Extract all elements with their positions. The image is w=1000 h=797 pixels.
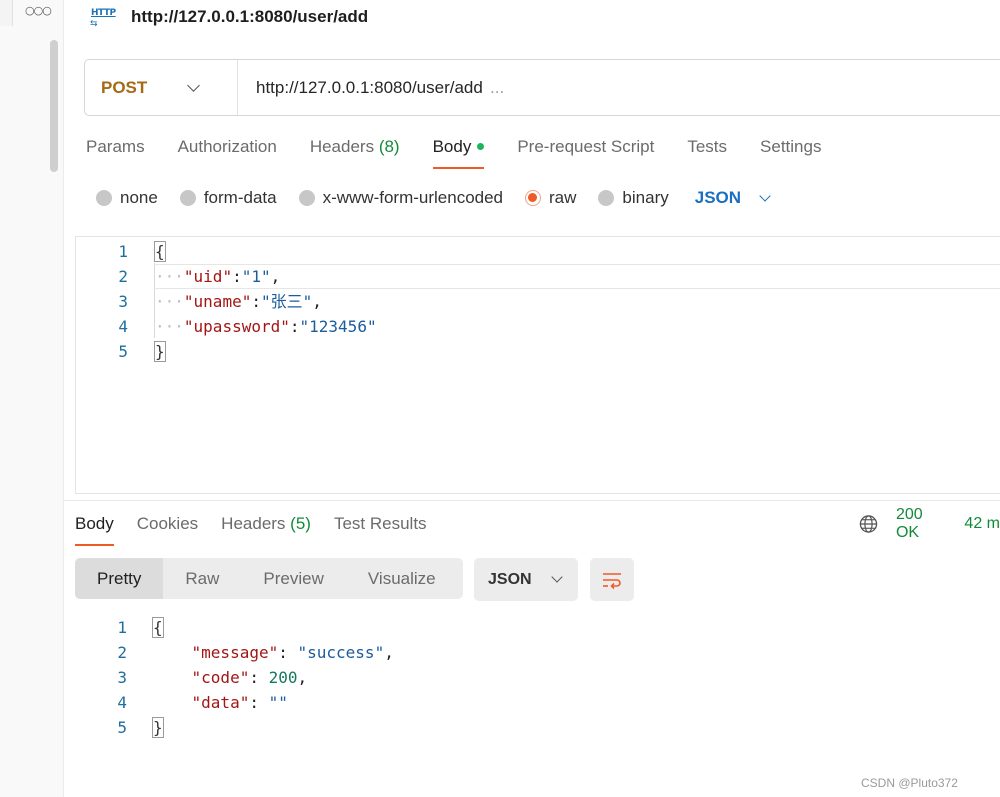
tab-tests[interactable]: Tests xyxy=(687,135,727,169)
code-line: 4 ···"upassword":"123456" xyxy=(76,314,1000,339)
scrollbar-thumb[interactable] xyxy=(50,40,58,172)
radio-circle-checked[interactable] xyxy=(525,190,542,206)
body-language-select[interactable]: JSON xyxy=(695,188,771,208)
tab-response-body[interactable]: Body xyxy=(75,512,114,546)
wrap-lines-button[interactable] xyxy=(590,558,634,601)
request-title-row: HTTP ⇆ http://127.0.0.1:8080/user/add xyxy=(90,5,368,29)
tab-test-results[interactable]: Test Results xyxy=(334,512,427,546)
method-select[interactable]: POST xyxy=(85,60,238,115)
radio-circle[interactable] xyxy=(598,190,615,206)
line-number: 3 xyxy=(117,668,127,687)
response-view-options: Pretty Raw Preview Visualize xyxy=(75,558,463,599)
rail-divider xyxy=(0,0,13,26)
line-number: 1 xyxy=(118,242,128,261)
body-indicator-dot xyxy=(477,143,485,150)
code-line: 5 } xyxy=(76,339,1000,364)
tab-body[interactable]: Body xyxy=(432,135,485,169)
line-number: 2 xyxy=(118,267,128,286)
radio-circle[interactable] xyxy=(179,190,196,206)
code-line: 1 { xyxy=(76,239,1000,264)
request-body-editor[interactable]: 1 { 2 ···"uid":"1", 3 ···"uname":"张三", 4… xyxy=(75,236,1000,494)
line-number: 2 xyxy=(117,643,127,662)
url-overflow-ellipsis: ... xyxy=(490,77,505,97)
radio-none[interactable]: none xyxy=(96,188,158,208)
radio-circle[interactable] xyxy=(96,190,112,206)
code-line: 3 ···"uname":"张三", xyxy=(76,289,1000,314)
line-number: 3 xyxy=(118,292,128,311)
url-bar: POST ... xyxy=(84,59,1000,116)
tab-authorization[interactable]: Authorization xyxy=(178,135,277,169)
chevron-down-icon xyxy=(187,78,201,92)
method-label: POST xyxy=(101,77,148,97)
line-number: 5 xyxy=(117,718,127,737)
active-line-highlight xyxy=(154,264,1000,289)
tab-params[interactable]: Params xyxy=(86,135,145,169)
line-number: 1 xyxy=(117,618,127,637)
watermark: CSDN @Pluto372 xyxy=(861,776,958,790)
http-icon: HTTP ⇆ xyxy=(90,8,116,29)
url-input[interactable] xyxy=(238,77,498,98)
code-line: 3 "code": 200, xyxy=(75,665,995,690)
headers-count: (8) xyxy=(378,137,400,156)
response-body-viewer[interactable]: 1 { 2 "message": "success", 3 "code": 20… xyxy=(75,615,995,745)
code-line: 4 "data": "" xyxy=(75,690,995,715)
response-headers-count: (5) xyxy=(290,514,311,533)
response-language-select[interactable]: JSON xyxy=(474,558,578,601)
chevron-down-icon xyxy=(550,571,563,583)
response-meta: 200 OK 42 m xyxy=(859,506,1000,541)
radio-form-data[interactable]: form-data xyxy=(179,188,277,208)
code-line: 5 } xyxy=(75,715,995,740)
tab-cookies[interactable]: Cookies xyxy=(137,512,198,546)
radio-raw[interactable]: raw xyxy=(525,188,576,208)
code-line: 2 ···"uid":"1", xyxy=(76,264,1000,289)
view-preview[interactable]: Preview xyxy=(241,558,345,599)
request-title[interactable]: http://127.0.0.1:8080/user/add xyxy=(131,7,368,27)
wrap-lines-icon xyxy=(603,572,621,589)
line-number: 5 xyxy=(118,342,128,361)
more-options-icon[interactable]: ○○○ xyxy=(25,4,52,17)
response-divider[interactable] xyxy=(64,500,1000,501)
request-tabs: Params Authorization Headers (8) Body Pr… xyxy=(86,135,854,171)
line-number: 4 xyxy=(117,693,127,712)
view-visualize[interactable]: Visualize xyxy=(346,558,458,599)
globe-icon[interactable] xyxy=(859,514,878,534)
radio-x-www-form-urlencoded[interactable]: x-www-form-urlencoded xyxy=(298,188,503,208)
code-line: 1 { xyxy=(75,615,995,640)
tab-headers[interactable]: Headers (8) xyxy=(310,135,400,169)
radio-binary[interactable]: binary xyxy=(598,188,669,208)
tab-pre-request-script[interactable]: Pre-request Script xyxy=(517,135,654,169)
tab-settings[interactable]: Settings xyxy=(760,135,821,169)
line-number: 4 xyxy=(118,317,128,336)
left-rail: ○○○ xyxy=(0,0,64,797)
status-badge[interactable]: 200 OK xyxy=(896,506,947,542)
code-line: 2 "message": "success", xyxy=(75,640,995,665)
radio-circle[interactable] xyxy=(298,190,315,206)
body-type-options: none form-data x-www-form-urlencoded raw… xyxy=(96,186,771,210)
response-time[interactable]: 42 m xyxy=(964,515,1000,533)
chevron-down-icon xyxy=(759,189,771,202)
view-raw[interactable]: Raw xyxy=(163,558,241,599)
tab-response-headers[interactable]: Headers (5) xyxy=(221,512,311,546)
view-pretty[interactable]: Pretty xyxy=(75,558,164,599)
response-tabs: Body Cookies Headers (5) Test Results xyxy=(75,512,450,548)
